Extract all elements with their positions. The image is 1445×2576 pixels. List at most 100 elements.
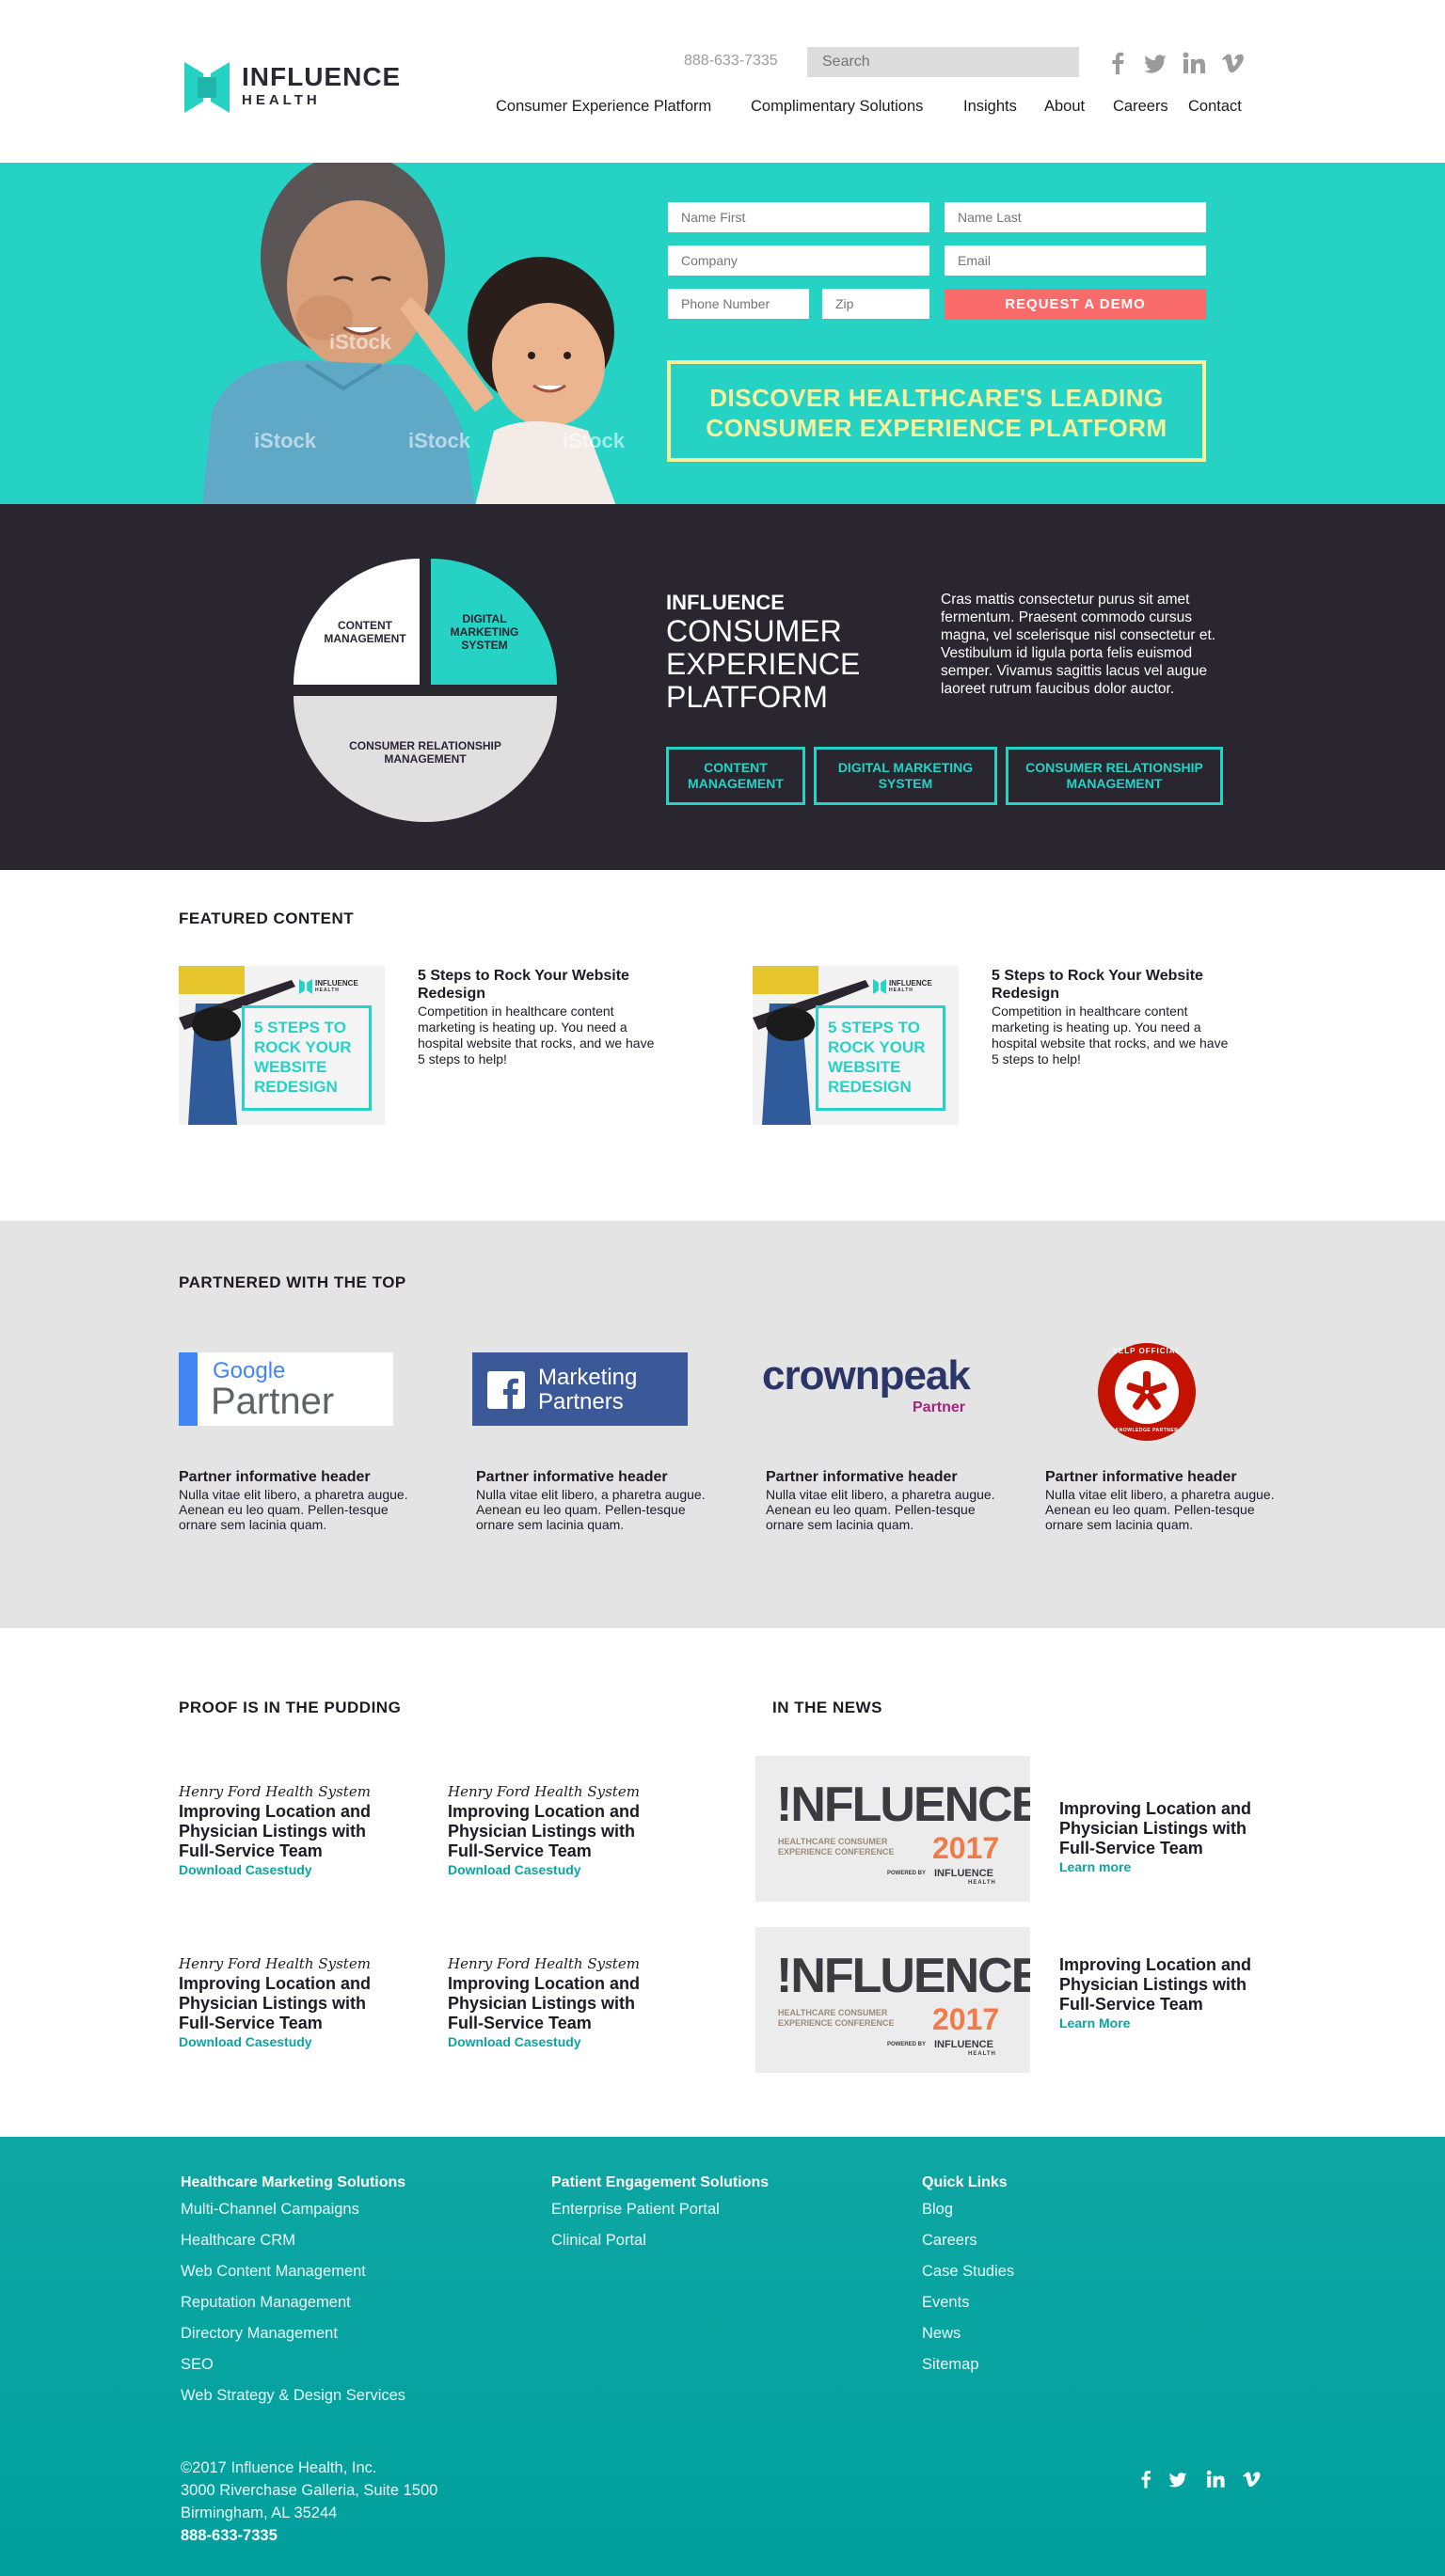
nav-consumer-experience-platform[interactable]: Consumer Experience Platform <box>496 98 711 116</box>
featured-thumbnail[interactable]: INFLUENCE HEALTH 5 STEPS TO ROCK YOUR WE… <box>179 966 385 1125</box>
learn-more-link[interactable]: Learn More <box>1059 2015 1130 2031</box>
button-label-line: CONSUMER RELATIONSHIP <box>1025 760 1203 775</box>
email-field[interactable] <box>945 245 1206 276</box>
download-casestudy-link[interactable]: Download Casestudy <box>448 2034 581 2049</box>
partner-header: Partner informative header <box>1045 1469 1237 1485</box>
vimeo-icon[interactable] <box>1240 2468 1262 2490</box>
yelp-badge-top-text: YELP OFFICIAL <box>1112 1347 1182 1355</box>
news-conference-image[interactable]: !NFLUENCE HEALTHCARE CONSUMER EXPERIENCE… <box>755 1756 1030 1902</box>
thumbnail-caption-line: 5 STEPS TO <box>828 1019 920 1036</box>
facebook-icon <box>487 1371 525 1409</box>
pie-label-content: CONTENT MANAGEMENT <box>313 619 417 645</box>
learn-more-link[interactable]: Learn more <box>1059 1859 1131 1874</box>
content-management-button[interactable]: CONTENT MANAGEMENT <box>666 747 805 805</box>
nav-about[interactable]: About <box>1044 98 1085 116</box>
footer-link[interactable]: Case Studies <box>922 2263 1014 2281</box>
footer-address: Birmingham, AL 35244 <box>181 2505 338 2521</box>
case-study-title[interactable]: Improving Location and Physician Listing… <box>179 1974 405 2033</box>
conference-year: 2017 <box>932 2002 1000 2036</box>
watermark-text: iStock <box>329 330 392 354</box>
footer-link[interactable]: Sitemap <box>922 2356 979 2374</box>
consumer-relationship-management-button[interactable]: CONSUMER RELATIONSHIP MANAGEMENT <box>1006 747 1223 805</box>
search-input[interactable] <box>807 47 1079 77</box>
footer-heading-patient-engagement: Patient Engagement Solutions <box>551 2174 770 2190</box>
pie-label-crm: CONSUMER RELATIONSHIP MANAGEMENT <box>331 739 519 766</box>
pie-label-line: MANAGEMENT <box>324 632 406 645</box>
header-phone[interactable]: 888-633-7335 <box>684 53 778 70</box>
footer-link[interactable]: Web Strategy & Design Services <box>181 2387 405 2405</box>
company-field[interactable] <box>668 245 929 276</box>
site-footer: Healthcare Marketing Solutions Multi-Cha… <box>0 2137 1445 2576</box>
footer-link[interactable]: Web Content Management <box>181 2263 366 2281</box>
vimeo-icon[interactable] <box>1218 49 1247 77</box>
google-partner-logo[interactable]: Google Partner <box>179 1352 393 1426</box>
crownpeak-partner-logo[interactable]: crownpeak Partner <box>762 1352 997 1426</box>
conference-brand: !NFLUENCE <box>776 1949 1030 2003</box>
platform-heading: CONSUMER EXPERIENCE PLATFORM <box>666 615 911 714</box>
footer-heading-quick-links: Quick Links <box>922 2174 1008 2190</box>
featured-item-title[interactable]: 5 Steps to Rock Your Website Redesign <box>418 967 662 1003</box>
partner-header: Partner informative header <box>476 1469 668 1485</box>
case-study-title[interactable]: Improving Location and Physician Listing… <box>448 1802 674 1861</box>
last-name-field[interactable] <box>945 202 1206 232</box>
button-label-line: SYSTEM <box>878 776 933 791</box>
footer-link[interactable]: Reputation Management <box>181 2294 351 2312</box>
news-item-title[interactable]: Improving Location and Physician Listing… <box>1059 1799 1285 1858</box>
platform-heading-line: EXPERIENCE <box>666 647 861 681</box>
footer-link[interactable]: News <box>922 2325 961 2343</box>
logo-icon <box>299 979 312 994</box>
download-casestudy-link[interactable]: Download Casestudy <box>448 1862 581 1877</box>
footer-phone[interactable]: 888-633-7335 <box>181 2527 278 2545</box>
linkedin-icon[interactable] <box>1180 49 1208 77</box>
case-study-title[interactable]: Improving Location and Physician Listing… <box>448 1974 674 2033</box>
footer-link[interactable]: SEO <box>181 2356 214 2374</box>
footer-link[interactable]: Directory Management <box>181 2325 338 2343</box>
download-casestudy-link[interactable]: Download Casestudy <box>179 1862 312 1877</box>
pie-label-line: MARKETING <box>450 625 519 639</box>
download-casestudy-link[interactable]: Download Casestudy <box>179 2034 312 2049</box>
footer-link[interactable]: Careers <box>922 2232 977 2250</box>
nav-contact[interactable]: Contact <box>1188 98 1242 116</box>
conference-powered-brand-sub: HEALTH <box>968 1880 996 1886</box>
linkedin-icon[interactable] <box>1204 2468 1227 2490</box>
zip-field[interactable] <box>822 289 929 319</box>
thumbnail-brand-sub: HEALTH <box>315 988 340 993</box>
digital-marketing-system-button[interactable]: DIGITAL MARKETING SYSTEM <box>814 747 997 805</box>
hero-headline[interactable]: DISCOVER HEALTHCARE'S LEADING CONSUMER E… <box>667 360 1206 462</box>
twitter-icon[interactable] <box>1141 49 1169 77</box>
conference-powered-brand: INFLUENCE <box>934 1868 993 1879</box>
pie-label-line: MANAGEMENT <box>384 752 467 766</box>
footer-link[interactable]: Enterprise Patient Portal <box>551 2201 720 2219</box>
facebook-icon[interactable] <box>1135 2468 1157 2490</box>
news-conference-image[interactable]: !NFLUENCE HEALTHCARE CONSUMER EXPERIENCE… <box>755 1927 1030 2073</box>
twitter-icon[interactable] <box>1167 2468 1189 2490</box>
footer-link[interactable]: Blog <box>922 2201 953 2219</box>
pie-label-line: DIGITAL <box>462 612 507 625</box>
first-name-field[interactable] <box>668 202 929 232</box>
facebook-icon[interactable] <box>1104 49 1132 77</box>
nav-insights[interactable]: Insights <box>963 98 1017 116</box>
logo-icon[interactable] <box>184 62 230 113</box>
button-label-line: CONTENT <box>704 760 768 775</box>
phone-field[interactable] <box>668 289 809 319</box>
nav-careers[interactable]: Careers <box>1113 98 1168 116</box>
yelp-partner-badge[interactable]: YELP OFFICIAL KNOWLEDGE PARTNER <box>1098 1343 1196 1441</box>
fb-partner-line: Partners <box>538 1389 624 1414</box>
footer-link[interactable]: Clinical Portal <box>551 2232 646 2250</box>
featured-thumbnail[interactable]: INFLUENCE HEALTH 5 STEPS TO ROCK YOUR WE… <box>753 966 959 1125</box>
footer-link[interactable]: Events <box>922 2294 969 2312</box>
request-demo-button[interactable]: REQUEST A DEMO <box>945 289 1206 320</box>
pie-label-digital: DIGITAL MARKETING SYSTEM <box>437 612 532 652</box>
footer-link[interactable]: Multi-Channel Campaigns <box>181 2201 359 2219</box>
conference-subtitle-line: HEALTHCARE CONSUMER <box>778 1837 888 1846</box>
featured-item-title[interactable]: 5 Steps to Rock Your Website Redesign <box>992 967 1236 1003</box>
facebook-marketing-partners-logo[interactable]: Marketing Partners <box>472 1352 688 1426</box>
platform-heading-line: CONSUMER <box>666 614 842 648</box>
footer-copyright: ©2017 Influence Health, Inc. <box>181 2459 377 2476</box>
case-study-title[interactable]: Improving Location and Physician Listing… <box>179 1802 405 1861</box>
footer-link[interactable]: Healthcare CRM <box>181 2232 295 2250</box>
watermark-text: iStock <box>563 429 626 452</box>
news-item-title[interactable]: Improving Location and Physician Listing… <box>1059 1955 1285 2015</box>
nav-complimentary-solutions[interactable]: Complimentary Solutions <box>751 98 923 116</box>
logo-wordmark[interactable]: INFLUENCE <box>242 62 401 92</box>
